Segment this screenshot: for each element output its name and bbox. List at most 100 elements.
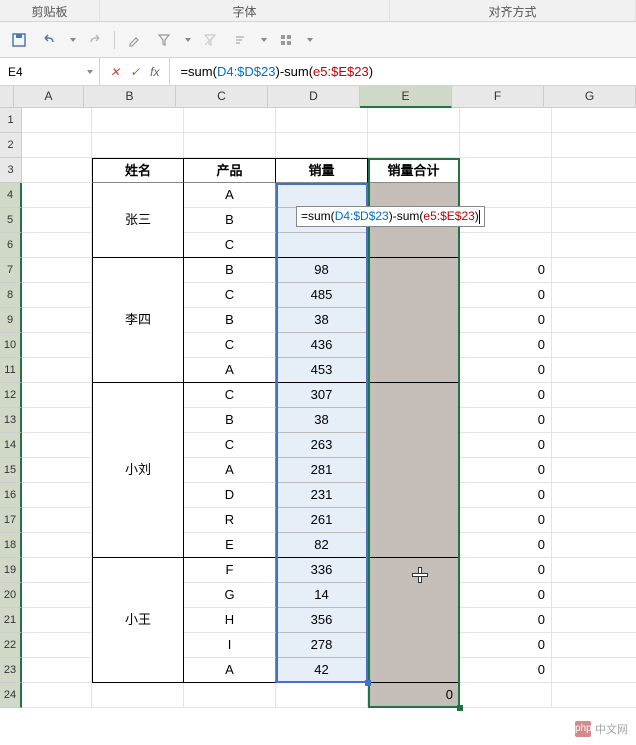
cell[interactable]: [22, 233, 92, 258]
row-header[interactable]: 16: [0, 483, 22, 508]
cell[interactable]: [22, 308, 92, 333]
product-cell[interactable]: B: [184, 408, 276, 433]
cell[interactable]: [460, 158, 552, 183]
cell[interactable]: [552, 508, 636, 533]
cell[interactable]: [368, 133, 460, 158]
row-header[interactable]: 19: [0, 558, 22, 583]
sales-cell[interactable]: 307: [276, 383, 368, 408]
total-cell[interactable]: [368, 358, 460, 383]
name-cell[interactable]: 张三: [92, 208, 184, 233]
f-cell[interactable]: 0: [460, 458, 552, 483]
total-cell[interactable]: [368, 533, 460, 558]
sales-cell[interactable]: [276, 233, 368, 258]
cell[interactable]: [92, 108, 184, 133]
header-name[interactable]: 姓名: [92, 158, 184, 183]
grid-body[interactable]: 123 姓名 产品 销量 销量合计 4 A 5 张三 B 6 C 7 B 98 …: [0, 108, 636, 708]
funnel-dropdown-icon[interactable]: [185, 38, 191, 42]
total-cell[interactable]: [368, 433, 460, 458]
cell[interactable]: [552, 358, 636, 383]
f-cell[interactable]: 0: [460, 433, 552, 458]
f-cell[interactable]: [460, 183, 552, 208]
sales-cell[interactable]: 485: [276, 283, 368, 308]
total-cell[interactable]: [368, 483, 460, 508]
total-cell[interactable]: [368, 258, 460, 283]
row-header[interactable]: 14: [0, 433, 22, 458]
row-header[interactable]: 12: [0, 383, 22, 408]
cell[interactable]: [22, 608, 92, 633]
cell[interactable]: [552, 333, 636, 358]
total-cell[interactable]: [368, 583, 460, 608]
cell[interactable]: [552, 433, 636, 458]
cell[interactable]: [22, 558, 92, 583]
row-header[interactable]: 21: [0, 608, 22, 633]
cell[interactable]: [22, 633, 92, 658]
cell[interactable]: [552, 383, 636, 408]
product-cell[interactable]: A: [184, 658, 276, 683]
cell[interactable]: [184, 133, 276, 158]
product-cell[interactable]: R: [184, 508, 276, 533]
product-cell[interactable]: I: [184, 633, 276, 658]
row-header[interactable]: 7: [0, 258, 22, 283]
sales-cell[interactable]: 356: [276, 608, 368, 633]
name-cell[interactable]: [92, 583, 184, 608]
product-cell[interactable]: B: [184, 308, 276, 333]
sales-cell[interactable]: 281: [276, 458, 368, 483]
cell[interactable]: [552, 683, 636, 708]
row-header[interactable]: 23: [0, 658, 22, 683]
name-cell[interactable]: [92, 333, 184, 358]
name-cell[interactable]: [92, 433, 184, 458]
name-cell[interactable]: [92, 283, 184, 308]
row-header[interactable]: 5: [0, 208, 22, 233]
grid-dropdown-icon[interactable]: [307, 38, 313, 42]
fx-icon[interactable]: fx: [150, 65, 159, 79]
f-cell[interactable]: 0: [460, 633, 552, 658]
cell[interactable]: [552, 458, 636, 483]
product-cell[interactable]: G: [184, 583, 276, 608]
cell[interactable]: [22, 383, 92, 408]
row-header[interactable]: 2: [0, 133, 22, 158]
row-header[interactable]: 20: [0, 583, 22, 608]
row-header[interactable]: 24: [0, 683, 22, 708]
sales-cell[interactable]: 261: [276, 508, 368, 533]
cell[interactable]: [184, 108, 276, 133]
cell[interactable]: [460, 108, 552, 133]
name-cell[interactable]: [92, 408, 184, 433]
product-cell[interactable]: C: [184, 333, 276, 358]
sales-cell[interactable]: 231: [276, 483, 368, 508]
sales-cell[interactable]: 38: [276, 408, 368, 433]
product-cell[interactable]: F: [184, 558, 276, 583]
total-cell[interactable]: [368, 308, 460, 333]
cell[interactable]: [22, 683, 92, 708]
total-cell[interactable]: [368, 558, 460, 583]
f-cell[interactable]: 0: [460, 558, 552, 583]
cell[interactable]: [552, 233, 636, 258]
cell[interactable]: [552, 558, 636, 583]
name-cell[interactable]: 小王: [92, 608, 184, 633]
cell[interactable]: [276, 133, 368, 158]
cell[interactable]: [22, 108, 92, 133]
cell[interactable]: [22, 333, 92, 358]
sales-cell[interactable]: 98: [276, 258, 368, 283]
f-cell[interactable]: 0: [460, 383, 552, 408]
cell[interactable]: [552, 158, 636, 183]
name-cell[interactable]: [92, 658, 184, 683]
f-cell[interactable]: 0: [460, 308, 552, 333]
row-header[interactable]: 10: [0, 333, 22, 358]
product-cell[interactable]: D: [184, 483, 276, 508]
col-header[interactable]: C: [176, 86, 268, 108]
sales-cell[interactable]: [276, 183, 368, 208]
total-cell[interactable]: [368, 183, 460, 208]
row-header[interactable]: 22: [0, 633, 22, 658]
total-cell[interactable]: [368, 408, 460, 433]
cell[interactable]: [92, 683, 184, 708]
cell[interactable]: [460, 133, 552, 158]
sales-cell[interactable]: 336: [276, 558, 368, 583]
cell[interactable]: [552, 533, 636, 558]
total-cell[interactable]: [368, 233, 460, 258]
name-cell[interactable]: [92, 358, 184, 383]
row-header[interactable]: 8: [0, 283, 22, 308]
cell[interactable]: [552, 658, 636, 683]
product-cell[interactable]: B: [184, 208, 276, 233]
total-cell[interactable]: [368, 633, 460, 658]
product-cell[interactable]: B: [184, 258, 276, 283]
